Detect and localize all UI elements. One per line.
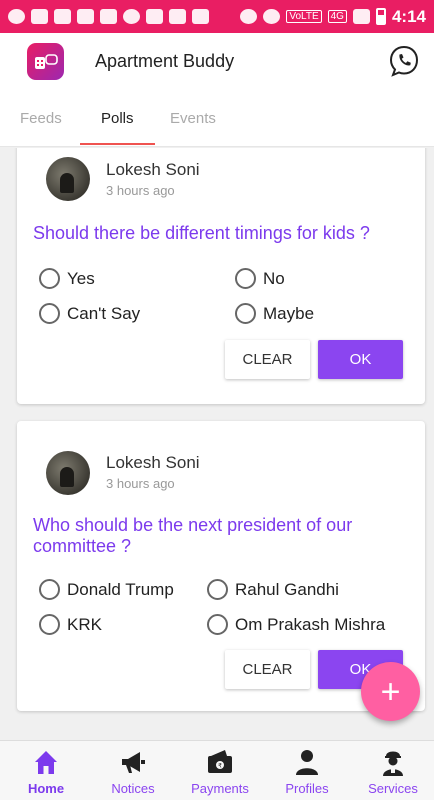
service-person-icon bbox=[383, 751, 403, 776]
poll-option[interactable]: Yes bbox=[39, 268, 95, 289]
option-label: Can't Say bbox=[67, 303, 141, 323]
poll-card: Lokesh Soni 3 hours ago Who should be th… bbox=[17, 421, 425, 711]
app-title: Apartment Buddy bbox=[95, 51, 235, 71]
network-type: 4G bbox=[327, 10, 347, 23]
author-name: Lokesh Soni bbox=[106, 160, 200, 179]
nav-notices[interactable]: Notices bbox=[90, 747, 176, 796]
polls-list[interactable]: Lokesh Soni 3 hours ago Should there be … bbox=[0, 148, 434, 740]
volte-badge: VoLTE bbox=[286, 10, 322, 23]
radio-button[interactable] bbox=[39, 614, 60, 635]
notification-icons bbox=[8, 9, 209, 24]
chat-notification-icon bbox=[8, 9, 25, 24]
option-label: Om Prakash Mishra bbox=[235, 614, 386, 634]
home-icon bbox=[35, 751, 57, 774]
gmail-notification-icon bbox=[54, 9, 71, 24]
option-label: Maybe bbox=[263, 303, 315, 323]
poll-card: Lokesh Soni 3 hours ago Should there be … bbox=[17, 148, 425, 404]
poll-option[interactable]: Maybe bbox=[235, 303, 314, 324]
nav-label: Payments bbox=[191, 781, 249, 796]
app-bar: Apartment Buddy bbox=[0, 33, 434, 90]
radio-button[interactable] bbox=[207, 579, 228, 600]
nav-label: Home bbox=[27, 781, 65, 796]
gmail-notification-icon bbox=[169, 9, 186, 24]
author-avatar bbox=[46, 157, 90, 201]
post-time: 3 hours ago bbox=[106, 183, 175, 198]
radio-button[interactable] bbox=[207, 614, 228, 635]
add-poll-button[interactable]: + bbox=[361, 662, 420, 721]
poll-option[interactable]: Om Prakash Mishra bbox=[207, 614, 385, 635]
nav-profiles[interactable]: Profiles bbox=[264, 747, 350, 796]
bottom-navigation: Home Notices ₹ Payments Profiles Service… bbox=[0, 740, 434, 800]
image-notification-icon bbox=[192, 9, 209, 24]
option-label: Yes bbox=[67, 268, 95, 288]
nav-payments[interactable]: ₹ Payments bbox=[177, 747, 263, 796]
nav-label: Profiles bbox=[285, 781, 329, 796]
tab-events[interactable]: Events bbox=[170, 110, 216, 127]
gmail-notification-icon bbox=[31, 9, 48, 24]
clock: 4:14 bbox=[391, 6, 426, 26]
megaphone-icon bbox=[122, 752, 145, 773]
news-notification-icon bbox=[146, 9, 163, 24]
poll-option[interactable]: Rahul Gandhi bbox=[207, 579, 339, 600]
wallet-icon: ₹ bbox=[208, 750, 232, 773]
app-logo-icon bbox=[27, 43, 64, 80]
radio-button[interactable] bbox=[39, 268, 60, 289]
status-bar: VoLTE 4G 4:14 bbox=[0, 0, 434, 33]
ok-button[interactable]: OK bbox=[318, 340, 403, 379]
clear-button[interactable]: CLEAR bbox=[225, 650, 310, 689]
poll-option[interactable]: No bbox=[235, 268, 285, 289]
phone-icon bbox=[389, 45, 419, 77]
poll-option[interactable]: Can't Say bbox=[39, 303, 140, 324]
tab-feeds[interactable]: Feeds bbox=[20, 110, 62, 127]
poll-option[interactable]: KRK bbox=[39, 614, 102, 635]
nav-label: Services bbox=[368, 781, 418, 796]
poll-question: Who should be the next president of our … bbox=[33, 515, 353, 556]
radio-button[interactable] bbox=[39, 303, 60, 324]
option-label: KRK bbox=[67, 614, 102, 634]
missed-call-icon bbox=[100, 9, 117, 24]
option-label: Rahul Gandhi bbox=[235, 579, 339, 599]
person-icon bbox=[296, 750, 318, 775]
alarm-icon bbox=[263, 9, 281, 24]
radio-button[interactable] bbox=[235, 303, 256, 324]
tab-bar: Feeds Polls Events bbox=[0, 90, 434, 147]
post-time: 3 hours ago bbox=[106, 476, 175, 491]
active-tab-indicator bbox=[80, 143, 155, 145]
nav-home[interactable]: Home bbox=[3, 747, 89, 796]
svg-text:₹: ₹ bbox=[218, 763, 222, 770]
battery-icon bbox=[375, 8, 386, 25]
whatsapp-notification-icon bbox=[123, 9, 140, 24]
nav-label: Notices bbox=[111, 781, 155, 796]
signal-icon bbox=[352, 9, 370, 24]
phone-call-button[interactable] bbox=[389, 45, 419, 77]
author-name: Lokesh Soni bbox=[106, 453, 200, 472]
tab-polls[interactable]: Polls bbox=[101, 110, 134, 127]
alert-notification-icon bbox=[77, 9, 94, 24]
author-avatar bbox=[46, 451, 90, 495]
hotspot-icon bbox=[240, 9, 258, 24]
option-label: No bbox=[263, 268, 285, 288]
nav-services[interactable]: Services bbox=[350, 747, 434, 796]
poll-option[interactable]: Donald Trump bbox=[39, 579, 174, 600]
radio-button[interactable] bbox=[39, 579, 60, 600]
clear-button[interactable]: CLEAR bbox=[225, 340, 310, 379]
radio-button[interactable] bbox=[235, 268, 256, 289]
poll-question: Should there be different timings for ki… bbox=[33, 223, 370, 243]
option-label: Donald Trump bbox=[67, 579, 174, 599]
